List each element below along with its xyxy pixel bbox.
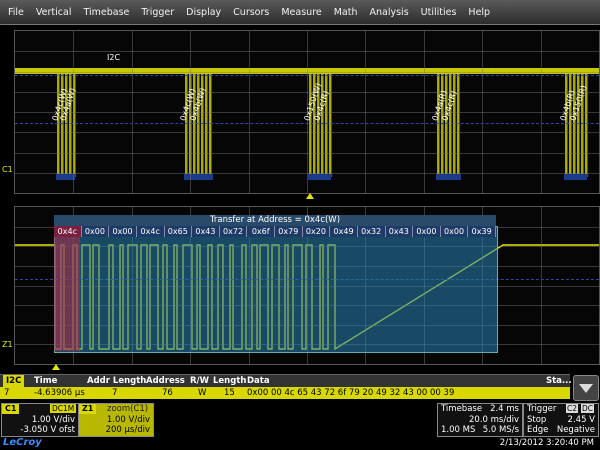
c1-name: C1 xyxy=(2,404,20,414)
byte-cell[interactable]: 0x00 xyxy=(413,226,441,237)
trigger-channel: C2 xyxy=(566,404,579,413)
z1-name: Z1 xyxy=(79,404,97,414)
table-scroll-button[interactable] xyxy=(573,375,599,401)
c1-offset: -3.050 V ofst xyxy=(20,425,75,435)
c1-vdiv: 1.00 V/div xyxy=(31,415,75,425)
timebase-label: Timebase xyxy=(441,404,483,414)
byte-cell[interactable]: 0x00 xyxy=(109,226,137,237)
zoom-position-marker[interactable] xyxy=(52,364,60,370)
rw-header: R/W xyxy=(190,376,210,386)
i2c-trace-label: I2C xyxy=(107,53,121,62)
menu-utilities[interactable]: Utilities xyxy=(415,7,463,18)
byte-cell[interactable]: 0x39 xyxy=(468,226,496,237)
trace-burst-base xyxy=(184,174,213,180)
data-header: Data xyxy=(247,376,270,386)
row-length: 15 xyxy=(224,388,235,398)
protocol-header: I2C xyxy=(3,375,25,387)
trigger-position-marker[interactable] xyxy=(306,193,314,199)
menu-display[interactable]: Display xyxy=(180,7,227,18)
status-header: Sta... xyxy=(546,376,572,386)
address-header: Address xyxy=(146,376,185,386)
z1-descriptor[interactable]: Z1 zoom(C1) 1.00 V/div 200 µs/div xyxy=(78,403,154,437)
menu-file[interactable]: File xyxy=(0,7,30,18)
grid-line xyxy=(15,51,599,53)
byte-cell[interactable]: 0x65 xyxy=(164,226,193,237)
trigger-level: 2.45 V xyxy=(567,415,595,425)
trace-burst-base xyxy=(308,174,331,180)
menu-measure[interactable]: Measure xyxy=(275,7,327,18)
menu-cursors[interactable]: Cursors xyxy=(227,7,275,18)
address-byte-highlight xyxy=(54,226,80,351)
descriptor-bar: C1 DC1M 1.00 V/div -3.050 V ofst Z1 zoom… xyxy=(0,403,600,450)
decode-table[interactable]: I2C Time Addr Length Address R/W Length … xyxy=(0,374,600,404)
byte-cell[interactable]: 0x72 xyxy=(219,226,248,237)
trigger-type: Edge xyxy=(527,425,549,435)
byte-cell[interactable]: 0x32 xyxy=(357,226,386,237)
byte-cell[interactable]: 0x43 xyxy=(385,226,414,237)
time-header: Time xyxy=(34,376,58,386)
menu-help[interactable]: Help xyxy=(462,7,496,18)
menu-math[interactable]: Math xyxy=(328,7,364,18)
table-header: I2C Time Addr Length Address R/W Length … xyxy=(0,374,572,387)
z1-label: zoom(C1) xyxy=(107,404,149,414)
trigger-mode: Stop xyxy=(527,415,547,425)
byte-cell[interactable]: 0x49 xyxy=(330,226,358,237)
trigger-label: Trigger xyxy=(527,404,557,414)
z1-tdiv: 200 µs/div xyxy=(105,425,150,435)
datetime: 2/13/2012 3:20:40 PM xyxy=(499,438,594,448)
lecroy-logo: LeCroy xyxy=(3,437,42,448)
menu-bar: File Vertical Timebase Trigger Display Cursor… xyxy=(0,0,600,25)
menu-timebase[interactable]: Timebase xyxy=(77,7,135,18)
menu-analysis[interactable]: Analysis xyxy=(364,7,415,18)
row-time: -4.63906 µs xyxy=(34,388,85,398)
row-address: 76 xyxy=(162,388,173,398)
table-row[interactable]: 7 -4.63906 µs 7 76 W 15 0x00 00 4c 65 43… xyxy=(0,387,570,399)
trace-burst-base xyxy=(436,174,461,180)
byte-cell[interactable]: 0x4c xyxy=(54,226,82,237)
z1-vdiv: 1.00 V/div xyxy=(106,415,150,425)
row-index: 7 xyxy=(4,388,10,398)
timebase-samples: 1.00 MS xyxy=(441,425,476,435)
byte-cell[interactable]: 0x4c xyxy=(136,226,165,237)
grid-line xyxy=(15,71,599,73)
row-addr-length: 7 xyxy=(112,388,118,398)
reference-line xyxy=(15,75,599,76)
transfer-title: Transfer at Address = 0x4c(W) xyxy=(54,215,496,226)
byte-cell[interactable]: 0x00 xyxy=(81,226,110,237)
byte-cell[interactable]: 0x43 xyxy=(192,226,220,237)
c1-channel-marker: C1 xyxy=(2,165,13,174)
byte-cell[interactable]: 0x79 xyxy=(275,226,303,237)
trace-burst-base xyxy=(564,174,587,180)
menu-trigger[interactable]: Trigger xyxy=(135,7,180,18)
trigger-descriptor[interactable]: Trigger C2 DC Stop 2.45 V Edge Negative xyxy=(523,403,599,437)
addr-length-header: Addr Length xyxy=(87,376,147,386)
c1-descriptor[interactable]: C1 DC1M 1.00 V/div -3.050 V ofst xyxy=(1,403,79,437)
timebase-descriptor[interactable]: Timebase 2.4 ms 20.0 ms/div 1.00 MS 5.0 … xyxy=(437,403,523,437)
reference-line xyxy=(15,123,599,124)
transfer-bytes: 0x4c 0x00 0x00 0x4c 0x65 0x43 0x72 0x6f 0x79 0x20… xyxy=(54,226,496,237)
channel-grid-top[interactable]: I2C 0x4c(W) 0x4a(W) 0x4c(W) 0x4b(W) 0x150(W)… xyxy=(14,30,600,194)
z1-channel-marker: Z1 xyxy=(2,340,13,349)
row-rw: W xyxy=(198,388,207,398)
trigger-coupling: DC xyxy=(581,404,595,413)
timebase-delay: 2.4 ms xyxy=(490,404,519,414)
grid-line xyxy=(15,132,599,134)
trigger-slope: Negative xyxy=(556,425,595,435)
byte-cell[interactable]: 0x00 xyxy=(440,226,469,237)
grid-line xyxy=(15,91,599,93)
row-data: 0x00 00 4c 65 43 72 6f 79 20 49 32 43 00… xyxy=(247,388,455,398)
transfer-annotation[interactable] xyxy=(54,226,498,353)
arrow-down-icon xyxy=(579,384,593,393)
grid-line xyxy=(15,172,599,174)
timebase-tdiv: 20.0 ms/div xyxy=(469,415,519,425)
menu-vertical[interactable]: Vertical xyxy=(30,7,78,18)
byte-cell[interactable]: 0x20 xyxy=(302,226,331,237)
c1-coupling: DC1M xyxy=(50,404,77,413)
timebase-rate: 5.0 MS/s xyxy=(482,425,519,435)
grid-line xyxy=(15,152,599,154)
byte-cell[interactable]: 0x6f xyxy=(247,226,275,237)
length-header: Length xyxy=(213,376,247,386)
trace-burst-base xyxy=(56,174,75,180)
